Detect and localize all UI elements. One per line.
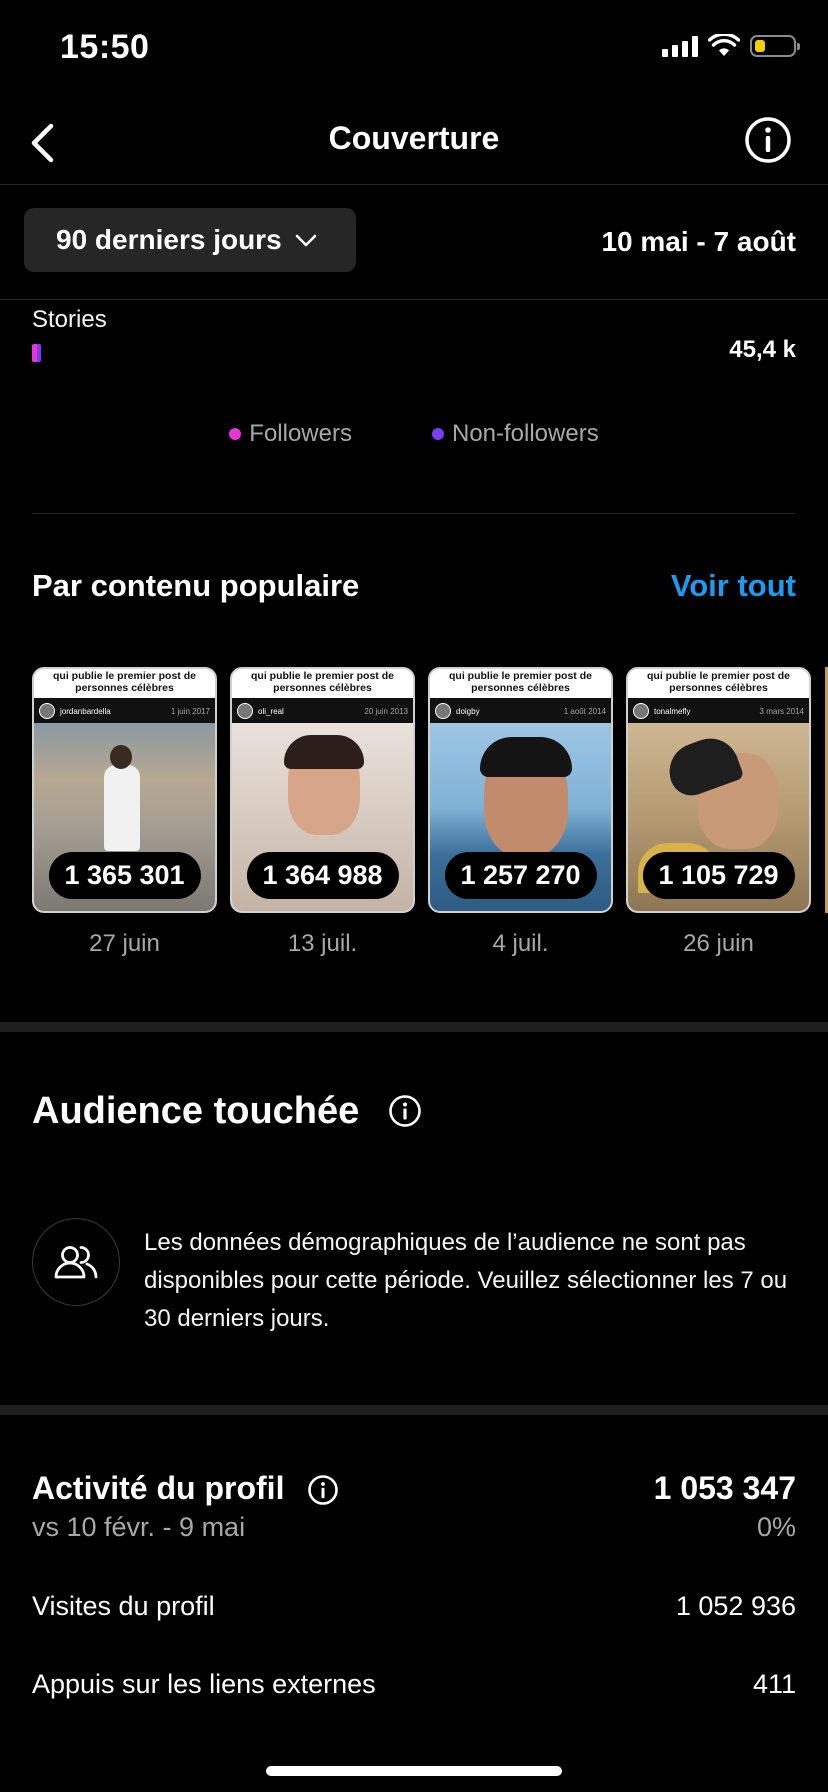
popular-thumbnails: qui publie le premier post de personnes … xyxy=(32,667,811,913)
post-caption: qui publie le premier post de personnes … xyxy=(53,670,196,694)
post-original-date: 1 août 2014 xyxy=(563,706,606,716)
people-icon xyxy=(54,1246,98,1279)
date-range: 10 mai - 7 août xyxy=(601,226,796,257)
post-thumbnail-3[interactable]: qui publie le premier post de personnes … xyxy=(428,667,613,913)
home-indicator[interactable] xyxy=(266,1766,562,1776)
followers-dot xyxy=(229,428,242,440)
profile-activity-title: Activité du profil xyxy=(32,1470,285,1506)
header-divider xyxy=(0,184,828,185)
status-time: 15:50 xyxy=(60,28,150,66)
audience-unavailable-message: Les données démographiques de l’audience… xyxy=(144,1229,788,1332)
post-thumbnail-1[interactable]: qui publie le premier post de personnes … xyxy=(32,667,217,913)
activity-info-button[interactable] xyxy=(307,1474,339,1506)
external-link-taps-label: Appuis sur les liens externes xyxy=(32,1669,376,1699)
post-date-4: 26 juin xyxy=(683,930,754,957)
profile-visits-label: Visites du profil xyxy=(32,1591,215,1621)
post-caption: qui publie le premier post de personnes … xyxy=(251,670,394,694)
post-header: doigby 1 août 2014 xyxy=(430,698,611,724)
external-link-taps-value: 411 xyxy=(752,1669,796,1699)
post-handle: doigby xyxy=(456,706,480,716)
post-original-date: 3 mars 2014 xyxy=(759,706,804,716)
info-icon xyxy=(745,117,791,163)
stories-bar xyxy=(32,344,41,362)
popular-content-title: Par contenu populaire xyxy=(32,568,360,603)
post-original-date: 1 juin 2017 xyxy=(170,706,210,716)
section-separator xyxy=(0,1022,828,1032)
activity-change-percent: 0% xyxy=(756,1512,796,1542)
audience-icon xyxy=(32,1218,120,1306)
legend-non-followers: Non-followers xyxy=(431,420,599,448)
signal-icon xyxy=(662,35,698,57)
legend-followers-label: Followers xyxy=(249,420,352,447)
legend: Followers Non-followers xyxy=(0,420,828,448)
info-icon xyxy=(308,1475,338,1505)
legend-non-followers-label: Non-followers xyxy=(451,420,599,447)
activity-total-value: 1 053 347 xyxy=(653,1470,796,1506)
section-separator xyxy=(0,1405,828,1415)
post-thumbnail-2[interactable]: qui publie le premier post de personnes … xyxy=(230,667,415,913)
info-icon xyxy=(389,1095,421,1127)
post-header: jordanbardella 1 juin 2017 xyxy=(34,698,215,724)
period-divider xyxy=(0,299,828,300)
stories-value: 45,4 k xyxy=(729,336,796,363)
period-label: 90 derniers jours xyxy=(56,224,282,255)
post-caption: qui publie le premier post de personnes … xyxy=(449,670,592,694)
post-date-3: 4 juil. xyxy=(492,930,549,957)
see-all-link[interactable]: Voir tout xyxy=(671,568,796,604)
post-original-date: 20 juin 2013 xyxy=(364,706,408,716)
status-icons xyxy=(662,34,800,58)
avatar xyxy=(435,703,451,719)
avatar xyxy=(633,703,649,719)
chevron-down-icon xyxy=(295,234,316,247)
post-header: oli_real 20 juin 2013 xyxy=(232,698,413,724)
avatar xyxy=(237,703,253,719)
post-date-1: 27 juin xyxy=(89,930,160,957)
post-handle: tonalmefly xyxy=(654,706,691,716)
post-header: tonalmefly 3 mars 2014 xyxy=(628,698,809,724)
post-thumbnail-4[interactable]: qui publie le premier post de personnes … xyxy=(626,667,811,913)
post-date-2: 13 juil. xyxy=(287,930,358,957)
audience-title: Audience touchée xyxy=(32,1090,360,1132)
avatar xyxy=(39,703,55,719)
legend-followers: Followers xyxy=(229,420,352,448)
post-reach-count: 1 257 270 xyxy=(444,852,597,899)
post-reach-count: 1 365 301 xyxy=(48,852,201,899)
stories-label: Stories xyxy=(32,306,107,333)
post-handle: jordanbardella xyxy=(60,706,111,716)
post-caption: qui publie le premier post de personnes … xyxy=(647,670,790,694)
period-dropdown[interactable]: 90 derniers jours xyxy=(24,208,356,272)
wifi-icon xyxy=(708,34,740,56)
audience-info-button[interactable] xyxy=(388,1094,422,1128)
profile-visits-value: 1 052 936 xyxy=(675,1591,796,1621)
battery-icon xyxy=(750,35,800,57)
post-handle: oli_real xyxy=(258,706,284,716)
post-reach-count: 1 105 729 xyxy=(642,852,795,899)
section-divider xyxy=(32,513,796,514)
non-followers-dot xyxy=(431,428,444,440)
page-title: Couverture xyxy=(328,120,500,156)
stories-bar-non-followers xyxy=(37,344,41,362)
post-reach-count: 1 364 988 xyxy=(246,852,399,899)
activity-comparison-period: vs 10 févr. - 9 mai xyxy=(32,1512,246,1542)
info-button[interactable] xyxy=(744,116,792,164)
